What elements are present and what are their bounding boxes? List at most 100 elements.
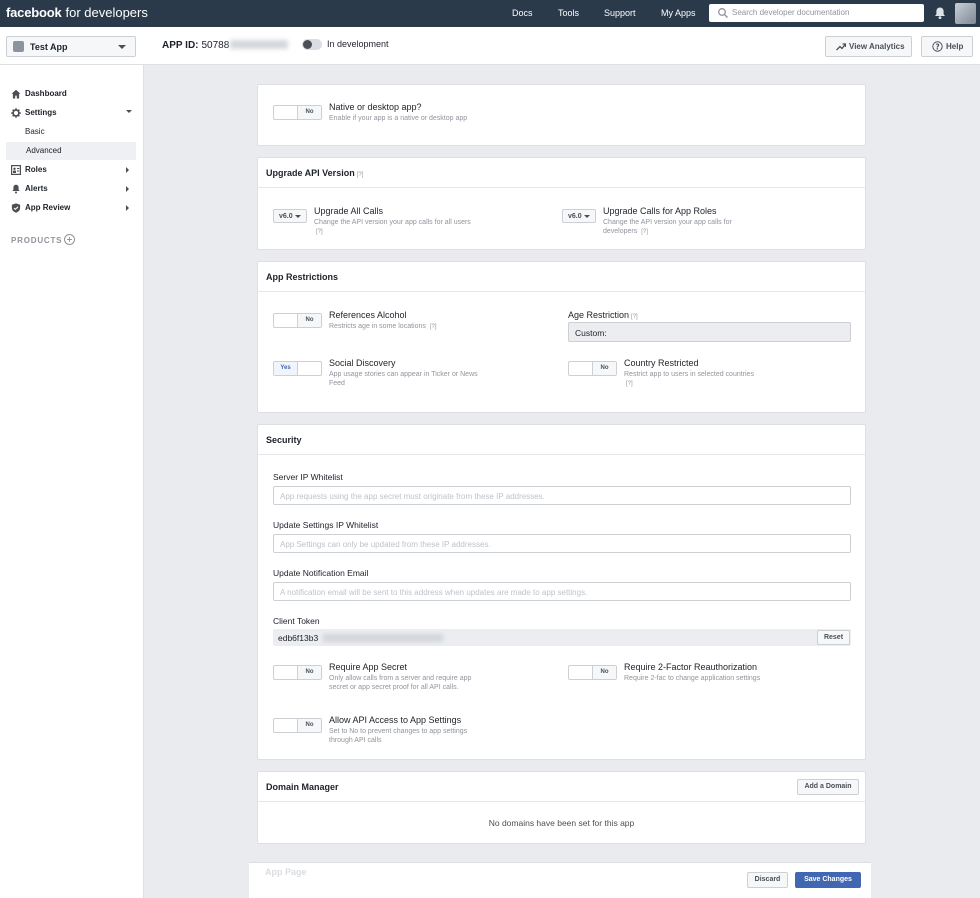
native-app-toggle[interactable]: No	[273, 105, 322, 120]
roles-icon	[11, 165, 21, 175]
api-version-select-all[interactable]: v6.0	[273, 209, 307, 223]
panel-header: Domain Manager Add a Domain	[258, 772, 865, 802]
panel-header: Security	[258, 425, 865, 455]
native-app-description: Enable if your app is a native or deskto…	[329, 115, 468, 122]
age-restriction-label: Age Restriction [?]	[568, 310, 638, 320]
settings-ip-whitelist-input[interactable]: App Settings can only be updated from th…	[273, 534, 851, 553]
chevron-right-icon	[126, 167, 129, 173]
server-ip-whitelist-input[interactable]: App requests using the app secret must o…	[273, 486, 851, 505]
nav-docs[interactable]: Docs	[512, 8, 533, 18]
development-mode-toggle[interactable]	[302, 39, 322, 50]
no-domains-message: No domains have been set for this app	[488, 818, 635, 828]
gear-icon	[11, 108, 21, 118]
help-link[interactable]: [?]	[357, 172, 364, 178]
view-analytics-button[interactable]: View Analytics	[825, 36, 912, 57]
panel-header: App Restrictions	[258, 262, 865, 292]
api-access-settings-toggle[interactable]: No	[273, 718, 322, 733]
require-app-secret-toggle[interactable]: No	[273, 665, 322, 680]
references-alcohol-title: References Alcohol	[329, 310, 407, 320]
country-restricted-title: Country Restricted	[624, 358, 699, 368]
sidebar-item-app-review[interactable]: App Review	[0, 199, 137, 217]
app-restrictions-panel: App Restrictions No References Alcohol R…	[257, 261, 866, 413]
development-status-label: In development	[327, 39, 389, 49]
upgrade-all-title: Upgrade All Calls	[314, 206, 384, 216]
home-icon	[11, 89, 21, 99]
sidebar-item-roles[interactable]: Roles	[0, 161, 137, 179]
references-alcohol-description: Restricts age in some locations [?]	[329, 323, 437, 330]
sidebar-item-settings[interactable]: Settings	[0, 104, 137, 122]
require-2fa-description: Require 2-fac to change application sett…	[624, 675, 761, 682]
client-token-value: edb6f13b3	[278, 633, 319, 643]
reset-token-button[interactable]: Reset	[817, 630, 850, 645]
api-access-settings-description: Set to No to prevent changes to app sett…	[329, 728, 468, 744]
api-access-settings-title: Allow API Access to App Settings	[329, 715, 462, 725]
products-heading: PRODUCTS	[11, 236, 63, 245]
save-footer: App Page Discard Save Changes	[249, 862, 871, 898]
question-icon: ?	[932, 41, 943, 52]
add-product-icon[interactable]	[64, 234, 75, 245]
sidebar: Dashboard Settings Basic Advanced Roles …	[0, 65, 144, 898]
sidebar-item-alerts[interactable]: Alerts	[0, 180, 137, 198]
discard-button[interactable]: Discard	[747, 872, 788, 888]
search-icon	[718, 8, 728, 18]
help-button[interactable]: ? Help	[921, 36, 973, 57]
client-token-label: Client Token	[273, 616, 320, 626]
social-discovery-description: App usage stories can appear in Ticker o…	[329, 371, 478, 387]
shield-check-icon	[11, 203, 21, 213]
app-name: Test App	[30, 42, 68, 52]
app-id: APP ID: 50788	[162, 40, 289, 51]
chevron-right-icon	[126, 205, 129, 211]
api-version-select-roles[interactable]: v6.0	[562, 209, 596, 223]
require-2fa-title: Require 2-Factor Reauthorization	[624, 662, 758, 672]
search-input[interactable]: Search developer documentation	[709, 4, 924, 22]
social-discovery-toggle[interactable]: Yes	[273, 361, 322, 376]
require-app-secret-description: Only allow calls from a server and requi…	[329, 675, 472, 691]
panel-title: Security	[266, 435, 302, 445]
search-placeholder: Search developer documentation	[732, 8, 850, 17]
app-page-section-label: App Page	[265, 867, 307, 877]
avatar[interactable]	[955, 3, 976, 24]
panel-header: Upgrade API Version [?]	[258, 158, 865, 188]
trend-up-icon	[836, 43, 846, 51]
nav-tools[interactable]: Tools	[558, 8, 579, 18]
nav-support[interactable]: Support	[604, 8, 636, 18]
notification-email-label: Update Notification Email	[273, 568, 369, 578]
security-panel: Security Server IP Whitelist App request…	[257, 424, 866, 760]
panel-title: Upgrade API Version [?]	[266, 168, 364, 178]
country-restricted-toggle[interactable]: No	[568, 361, 617, 376]
facebook-developers-logo[interactable]: facebook for developers	[6, 5, 148, 20]
upgrade-api-panel: Upgrade API Version [?] v6.0 Upgrade All …	[257, 157, 866, 250]
nav-my-apps[interactable]: My Apps	[661, 8, 696, 18]
client-token-field: edb6f13b3 Reset	[273, 629, 851, 646]
server-ip-whitelist-label: Server IP Whitelist	[273, 472, 343, 482]
settings-ip-whitelist-label: Update Settings IP Whitelist	[273, 520, 379, 530]
domain-manager-panel: Domain Manager Add a Domain No domains h…	[257, 771, 866, 844]
save-changes-button[interactable]: Save Changes	[795, 872, 861, 888]
panel-title: App Restrictions	[266, 272, 339, 282]
top-navigation-bar: facebook for developers Docs Tools Suppor…	[0, 0, 980, 27]
chevron-down-icon	[584, 215, 590, 218]
add-domain-button[interactable]: Add a Domain	[797, 779, 859, 795]
sidebar-item-basic[interactable]: Basic	[0, 123, 137, 141]
chevron-down-icon	[295, 215, 301, 218]
bell-icon[interactable]	[933, 6, 947, 20]
app-header: Test App APP ID: 50788 In development Vie…	[0, 27, 980, 65]
sidebar-item-dashboard[interactable]: Dashboard	[0, 85, 137, 103]
references-alcohol-toggle[interactable]: No	[273, 313, 322, 328]
require-2fa-toggle[interactable]: No	[568, 665, 617, 680]
sidebar-item-advanced[interactable]: Advanced	[6, 142, 136, 160]
native-app-panel: No Native or desktop app? Enable if your…	[257, 84, 866, 146]
upgrade-all-description: Change the API version your app calls fo…	[314, 219, 471, 235]
require-app-secret-title: Require App Secret	[329, 662, 408, 672]
app-icon	[13, 41, 24, 52]
age-restriction-select[interactable]: Custom:	[568, 322, 851, 342]
social-discovery-title: Social Discovery	[329, 358, 396, 368]
app-selector-dropdown[interactable]: Test App	[6, 36, 136, 57]
panel-title: Domain Manager	[266, 782, 339, 792]
bell-icon	[12, 184, 20, 194]
notification-email-input[interactable]: A notification email will be sent to thi…	[273, 582, 851, 601]
chevron-down-icon	[126, 110, 132, 113]
chevron-down-icon	[118, 45, 126, 49]
svg-text:?: ?	[935, 42, 939, 51]
upgrade-roles-description: Change the API version your app calls fo…	[603, 219, 732, 235]
